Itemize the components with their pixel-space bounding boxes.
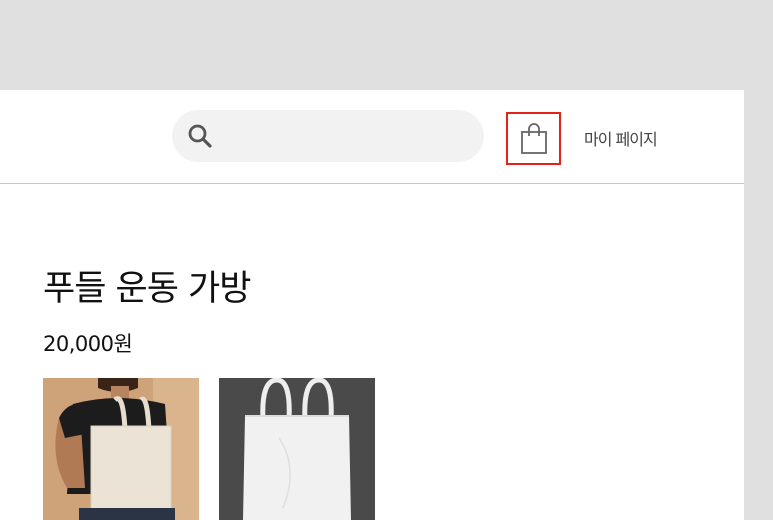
search-bar[interactable]: [172, 110, 484, 162]
product-thumbnail-1[interactable]: [43, 378, 199, 520]
cart-button[interactable]: [506, 112, 561, 165]
my-page-link[interactable]: 마이 페이지: [584, 126, 658, 150]
site-header: 마이 페이지: [0, 90, 744, 184]
search-icon[interactable]: [187, 123, 213, 149]
white-tote-bag-on-dark-photo: [219, 378, 375, 520]
shopping-bag-icon: [521, 123, 547, 154]
page-content: 마이 페이지 푸들 운동 가방 20,000원: [0, 90, 744, 520]
scrollbar-track[interactable]: [744, 0, 773, 520]
product-title: 푸들 운동 가방: [43, 269, 251, 309]
product-price: 20,000원: [43, 332, 133, 356]
search-input[interactable]: [222, 118, 476, 156]
product-thumbnail-2[interactable]: [219, 378, 375, 520]
person-carrying-tote-bag-photo: [43, 378, 199, 520]
